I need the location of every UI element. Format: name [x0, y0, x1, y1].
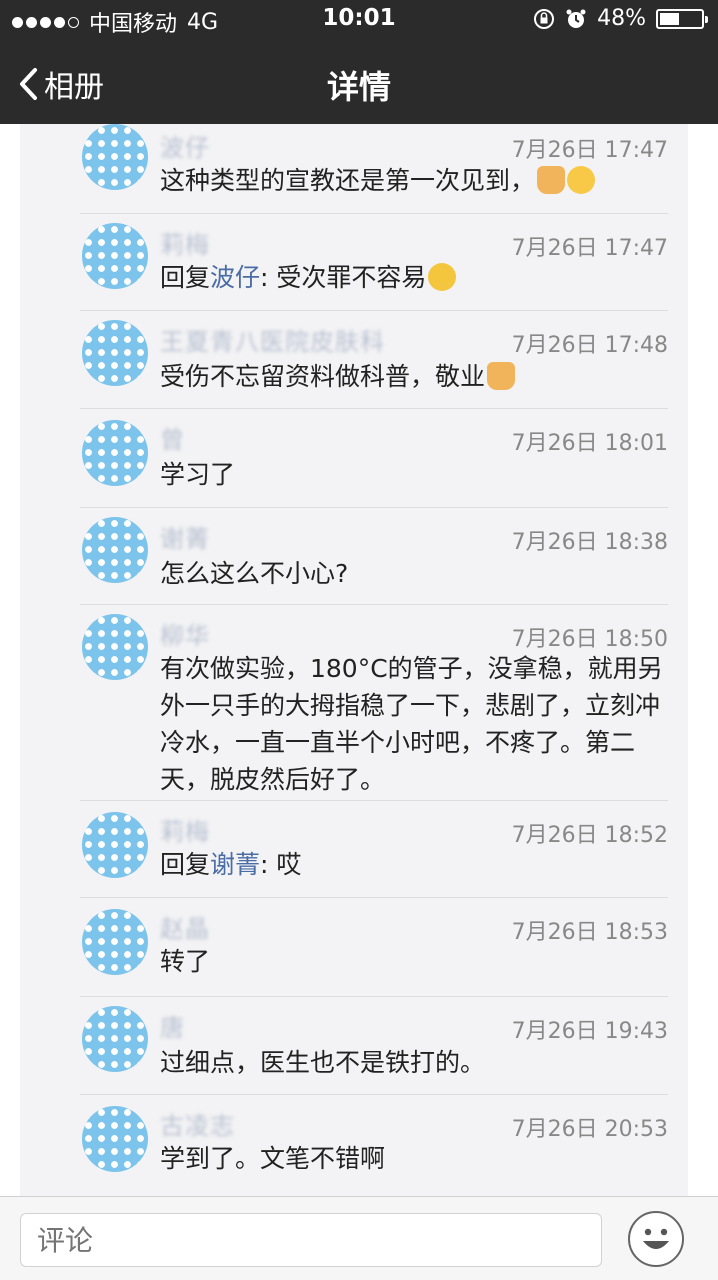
- commenter-name[interactable]: 古凌志: [160, 1106, 235, 1141]
- comment-text: 过细点，医生也不是铁打的。: [160, 1048, 486, 1077]
- avatar[interactable]: [82, 614, 148, 680]
- reply-to-link[interactable]: 谢菁: [210, 850, 260, 879]
- battery-percent: 48%: [597, 6, 646, 31]
- comment-time: 7月26日 17:48: [511, 333, 668, 358]
- comment-item: 唐 7月26日 19:43 过细点，医生也不是铁打的。: [20, 996, 688, 1093]
- commenter-name[interactable]: 莉梅: [160, 812, 210, 847]
- avatar[interactable]: [82, 517, 148, 583]
- comment-text: 回复波仔: 受次罪不容易: [160, 259, 668, 296]
- comment-body: 这种类型的宣教还是第一次见到，: [160, 166, 536, 195]
- comment-item: 柳华 7月26日 18:50 有次做实验，180°C的管子，没拿稳，就用另外一只…: [20, 604, 688, 799]
- comment-time: 7月26日 18:52: [511, 823, 668, 848]
- nav-bar: 相册 详情: [0, 40, 718, 124]
- comment-text: 怎么这么不小心?: [160, 559, 349, 588]
- comment-item: 曾 7月26日 18:01 学习了: [20, 408, 688, 506]
- comment-item: 莉梅 7月26日 18:52 回复谢菁: 哎: [20, 800, 688, 896]
- battery-icon: [656, 8, 708, 29]
- comment-item: 谢菁 7月26日 18:38 怎么这么不小心?: [20, 507, 688, 603]
- comment-text: 这种类型的宣教还是第一次见到，: [160, 162, 668, 199]
- avatar[interactable]: [82, 1106, 148, 1172]
- comment-input[interactable]: [20, 1213, 602, 1267]
- comment-item: 王夏青八医院皮肤科 7月26日 17:48 受伤不忘留资料做科普，敬业: [20, 310, 688, 407]
- commenter-name[interactable]: 唐: [160, 1008, 185, 1043]
- comment-text: 学到了。文笔不错啊: [160, 1144, 386, 1173]
- commenter-name[interactable]: 赵晶: [160, 909, 210, 944]
- avatar[interactable]: [82, 223, 148, 289]
- comment-body: : 哎: [260, 850, 302, 879]
- crying-emoji-icon: [428, 263, 457, 291]
- comment-time: 7月26日 17:47: [511, 236, 668, 261]
- avatar[interactable]: [82, 1006, 148, 1072]
- comment-time: 7月26日 19:43: [511, 1019, 668, 1044]
- page-title: 详情: [326, 68, 391, 106]
- commenter-name[interactable]: 谢菁: [160, 519, 210, 554]
- avatar[interactable]: [82, 320, 148, 386]
- comment-item: 波仔 7月26日 17:47 这种类型的宣教还是第一次见到，: [20, 124, 688, 212]
- comment-time: 7月26日 18:01: [511, 431, 668, 456]
- smiley-icon: [643, 1228, 669, 1249]
- comment-body: 受伤不忘留资料做科普，敬业: [160, 362, 486, 391]
- commenter-name[interactable]: 莉梅: [160, 225, 210, 260]
- comment-text: 受伤不忘留资料做科普，敬业: [160, 358, 668, 395]
- comment-text: 回复谢菁: 哎: [160, 846, 668, 883]
- avatar[interactable]: [82, 420, 148, 486]
- commenter-name[interactable]: 柳华: [160, 616, 210, 651]
- comment-time: 7月26日 17:47: [511, 138, 668, 163]
- comment-time: 7月26日 18:50: [511, 627, 668, 652]
- comment-item: 赵晶 7月26日 18:53 转了: [20, 897, 688, 995]
- comments-panel[interactable]: 波仔 7月26日 17:47 这种类型的宣教还是第一次见到， 莉梅 7月26日 …: [20, 124, 688, 1196]
- comment-input-bar: [0, 1196, 718, 1280]
- status-right: 48%: [533, 6, 708, 31]
- comment-body: : 受次罪不容易: [260, 263, 427, 292]
- thumbs-up-emoji-icon: [487, 362, 516, 390]
- comment-time: 7月26日 20:53: [511, 1117, 668, 1142]
- reply-prefix: 回复: [160, 263, 211, 292]
- commenter-name[interactable]: 王夏青八医院皮肤科: [160, 322, 385, 357]
- commenter-name[interactable]: 曾: [160, 420, 185, 455]
- comment-item: 古凌志 7月26日 20:53 学到了。文笔不错啊: [20, 1094, 688, 1196]
- grin-emoji-icon: [567, 166, 596, 194]
- status-bar: 中国移动 4G 10:01 48%: [0, 0, 718, 40]
- comment-time: 7月26日 18:38: [511, 530, 668, 555]
- comment-text: 转了: [160, 947, 211, 976]
- comment-item: 莉梅 7月26日 17:47 回复波仔: 受次罪不容易: [20, 213, 688, 309]
- rotation-lock-icon: [534, 8, 555, 29]
- comment-text: 有次做实验，180°C的管子，没拿稳，就用另外一只手的大拇指稳了一下，悲剧了，立…: [160, 654, 663, 794]
- avatar[interactable]: [82, 124, 148, 190]
- reply-to-link[interactable]: 波仔: [210, 263, 260, 292]
- reply-prefix: 回复: [160, 850, 211, 879]
- emoji-button[interactable]: [628, 1211, 684, 1267]
- comment-text: 学习了: [160, 460, 236, 489]
- comment-time: 7月26日 18:53: [511, 920, 668, 945]
- avatar[interactable]: [82, 812, 148, 878]
- commenter-name[interactable]: 波仔: [160, 128, 210, 163]
- avatar[interactable]: [82, 909, 148, 975]
- alarm-icon: [566, 9, 586, 28]
- thumbs-up-emoji-icon: [537, 166, 566, 194]
